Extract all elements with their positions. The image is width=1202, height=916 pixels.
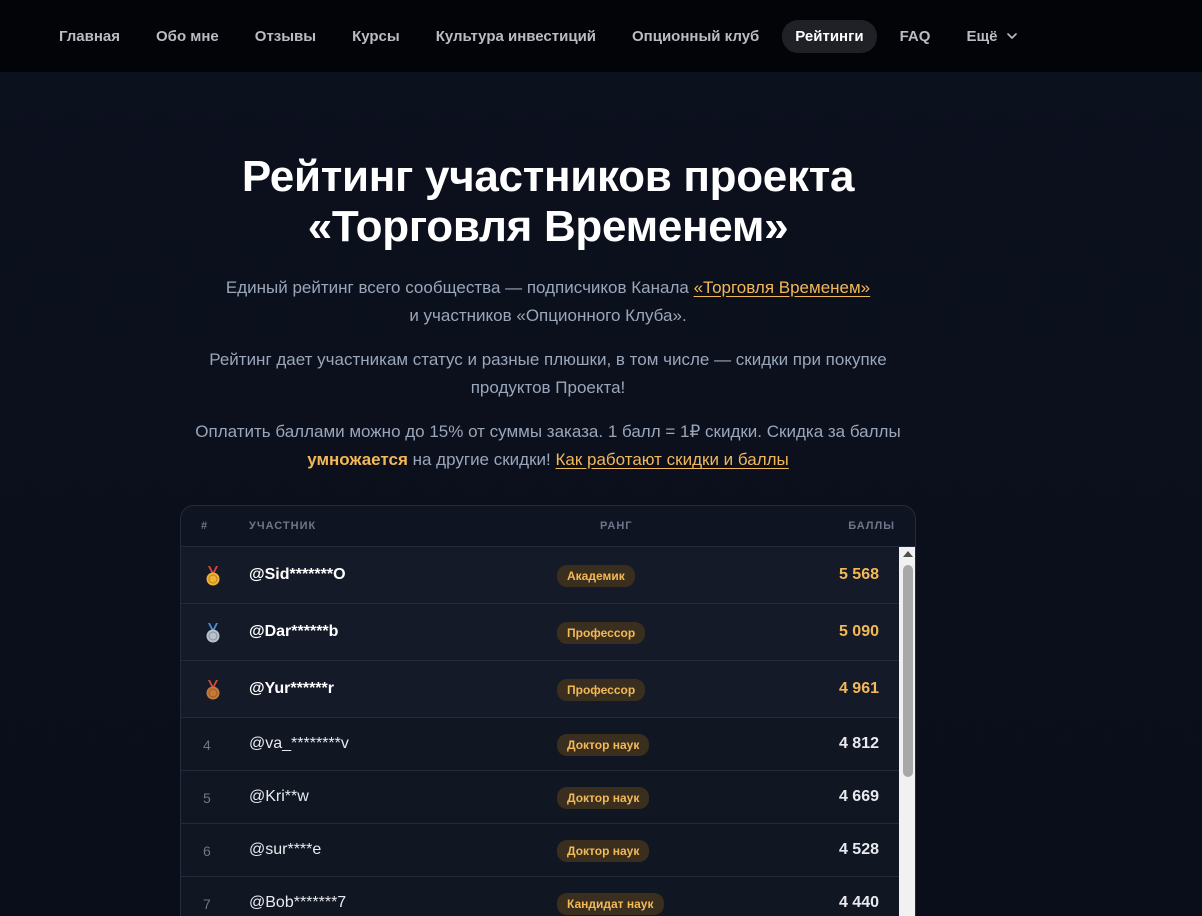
bronze-medal-icon	[203, 679, 223, 701]
hero: Рейтинг участников проекта «Торговля Вре…	[0, 152, 1096, 474]
nav-options-club[interactable]: Опционный клуб	[619, 20, 772, 53]
nav-faq[interactable]: FAQ	[887, 20, 944, 53]
header-points: БАЛЛЫ	[848, 520, 895, 532]
row-member: @Bob*******7	[249, 893, 347, 911]
table-row: 5 @Kri**w Доктор наук 4 669	[181, 771, 899, 824]
row-member: @Sid*******O	[249, 565, 346, 583]
header-tier: РАНГ	[600, 520, 633, 532]
table-row: @Dar******b Профессор 5 090	[181, 604, 899, 661]
scroll-up-arrow[interactable]	[903, 551, 913, 557]
channel-link[interactable]: «Торговля Временем»	[694, 278, 871, 297]
tier-badge: Профессор	[557, 621, 646, 644]
nav-about[interactable]: Обо мне	[143, 20, 232, 53]
row-points: 5 090	[838, 622, 879, 640]
tier-badge: Профессор	[557, 678, 646, 701]
table-header: # УЧАСТНИК РАНГ БАЛЛЫ	[181, 506, 915, 547]
nav-home[interactable]: Главная	[46, 20, 133, 53]
row-rank: 4	[203, 736, 211, 753]
row-member: @Yur******r	[249, 679, 334, 697]
header-rank: #	[201, 520, 209, 532]
tier-badge: Кандидат наук	[557, 892, 664, 915]
nav-more[interactable]: Ещё	[953, 20, 1032, 53]
multiply-accent: умножается	[307, 450, 408, 469]
row-rank: 5	[203, 789, 211, 806]
nav-ratings[interactable]: Рейтинги	[782, 19, 877, 53]
page-title-line2: «Торговля Временем»	[307, 202, 789, 251]
row-points: 4 669	[838, 787, 879, 805]
intro-text-2: и участников «Опционного Клуба».	[409, 306, 687, 325]
header-member: УЧАСТНИК	[249, 520, 317, 532]
row-rank: 7	[203, 895, 211, 912]
table-row: @Sid*******O Академик 5 568	[181, 547, 899, 604]
tier-badge: Доктор наук	[557, 839, 650, 862]
row-member: @sur****e	[249, 840, 322, 858]
table-row: @Yur******r Профессор 4 961	[181, 661, 899, 718]
nav-more-label: Ещё	[966, 27, 998, 45]
nav-reviews[interactable]: Отзывы	[242, 20, 329, 53]
silver-medal-icon	[203, 622, 223, 644]
tier-badge: Доктор наук	[557, 786, 650, 809]
row-points: 4 812	[838, 734, 879, 752]
discounts-link[interactable]: Как работают скидки и баллы	[555, 450, 788, 469]
row-member: @Dar******b	[249, 622, 339, 640]
row-member: @va_********v	[249, 734, 349, 752]
row-points: 4 440	[838, 893, 879, 911]
points-text: Оплатить баллами можно до 15% от суммы з…	[195, 422, 901, 441]
tier-badge: Академик	[557, 564, 635, 587]
benefits-paragraph: Рейтинг дает участникам статус и разные …	[209, 350, 887, 397]
points-text-2: на другие скидки!	[407, 450, 556, 469]
row-points: 4 528	[838, 840, 879, 858]
rating-table: # УЧАСТНИК РАНГ БАЛЛЫ @Sid*******O Академ…	[180, 505, 916, 916]
row-points: 4 961	[838, 679, 879, 697]
row-rank: 6	[203, 842, 211, 859]
gold-medal-icon	[203, 565, 223, 587]
page-title-line1: Рейтинг участников проекта	[241, 152, 855, 201]
intro-text: Единый рейтинг всего сообщества — подпис…	[225, 278, 694, 297]
table-row: 6 @sur****e Доктор наук 4 528	[181, 824, 899, 877]
scroll-thumb[interactable]	[903, 565, 913, 777]
top-nav: Главная Обо мне Отзывы Курсы Культура ин…	[0, 0, 1202, 72]
intro-paragraph: Единый рейтинг всего сообщества — подпис…	[148, 274, 948, 330]
table-body: @Sid*******O Академик 5 568 @Dar******b Проф…	[181, 547, 899, 916]
chevron-down-icon	[1007, 33, 1018, 39]
nav-courses[interactable]: Курсы	[339, 20, 413, 53]
page-title: Рейтинг участников проекта «Торговля Вре…	[0, 152, 1096, 252]
table-row: 4 @va_********v Доктор наук 4 812	[181, 718, 899, 771]
points-paragraph: Оплатить баллами можно до 15% от суммы з…	[158, 418, 938, 474]
row-member: @Kri**w	[249, 787, 309, 805]
tier-badge: Доктор наук	[557, 733, 650, 756]
nav-investment-culture[interactable]: Культура инвестиций	[423, 20, 609, 53]
table-scrollbar[interactable]	[899, 547, 915, 916]
table-row: 7 @Bob*******7 Кандидат наук 4 440	[181, 877, 899, 916]
row-points: 5 568	[838, 565, 879, 583]
